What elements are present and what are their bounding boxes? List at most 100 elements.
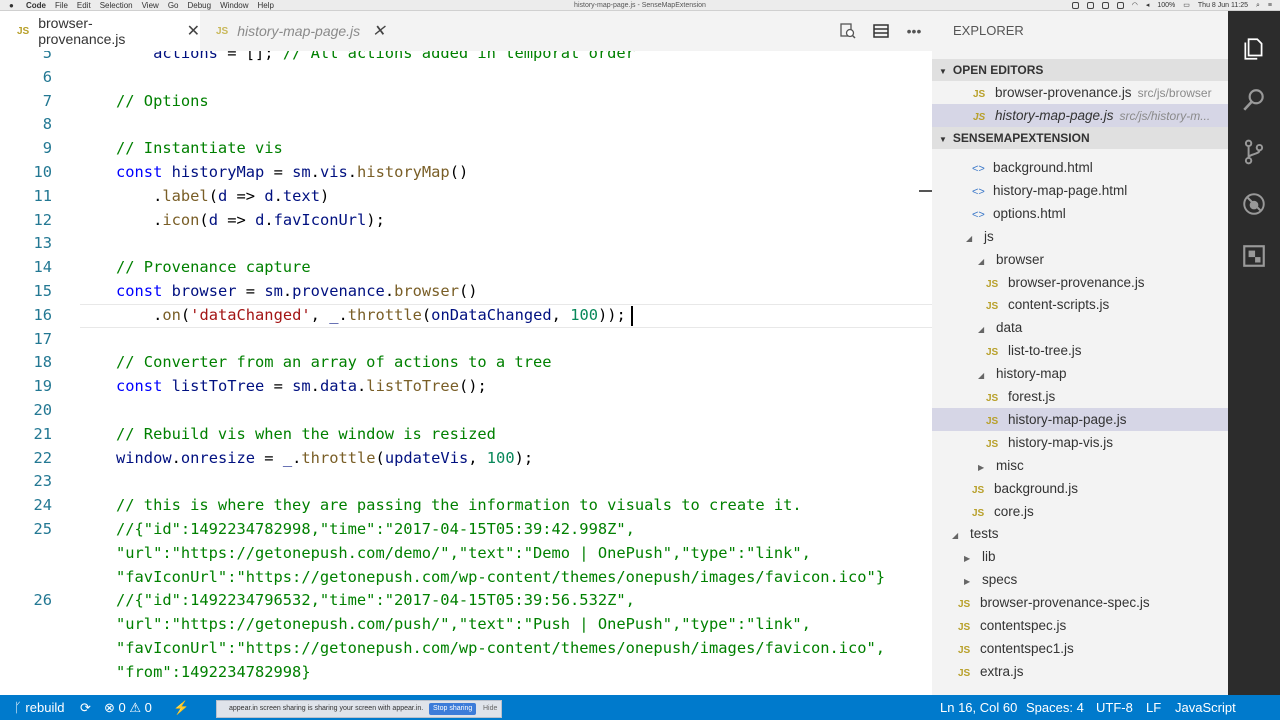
code-line[interactable]: 23 [0,470,932,494]
menu-file[interactable]: File [55,0,68,11]
menu-icon[interactable]: ≡ [1268,0,1272,11]
menu-view[interactable]: View [142,0,159,11]
tree-file[interactable]: JS list-to-tree.js [932,339,1228,362]
code-line[interactable]: 5 actions = []; // All actions added in … [0,51,932,66]
problems-indicator[interactable]: ⊗ 0 ⚠ 0 [104,695,152,720]
code-line[interactable]: 18 // Converter from an array of actions … [0,351,932,375]
search-icon[interactable]: ⌕ [1256,0,1260,11]
open-editor-item[interactable]: JS browser-provenance.js src/js/browser [932,81,1228,104]
code-editor[interactable]: 5 actions = []; // All actions added in … [0,51,932,695]
tree-folder[interactable]: ◢ browser [932,248,1228,271]
explorer-icon[interactable] [1228,29,1280,69]
language-mode[interactable]: JavaScript [1175,695,1236,720]
menu-selection[interactable]: Selection [100,0,133,11]
hide-button[interactable]: Hide [483,701,497,717]
menu-window[interactable]: Window [220,0,248,11]
lightning-icon[interactable]: ⚡ [173,695,189,720]
tree-file[interactable]: JS extra.js [932,660,1228,683]
open-editors-header[interactable]: ▼ OPEN EDITORS [932,59,1228,81]
branch-indicator[interactable]: ᚴ rebuild [14,695,64,720]
volume-icon[interactable]: ◂ [1146,0,1150,11]
code-line[interactable]: 22 window.onresize = _.throttle(updateVis… [0,447,932,471]
code-line[interactable]: "url":"https://getonepush.com/push/","te… [0,613,932,637]
line-endings[interactable]: LF [1146,695,1161,720]
code-line[interactable]: "favIconUrl":"https://getonepush.com/wp-… [0,566,932,590]
tab-browser-provenance[interactable]: JS browser-provenance.js ✕ [0,11,200,51]
menu-go[interactable]: Go [168,0,179,11]
apple-icon[interactable]: ● [9,0,14,11]
code-line[interactable]: 12 .icon(d => d.favIconUrl); [0,209,932,233]
code-line[interactable]: "from":1492234782998} [0,661,932,685]
tree-file[interactable]: JS browser-provenance-spec.js [932,591,1228,614]
indentation[interactable]: Spaces: 4 [1026,695,1084,720]
tree-folder[interactable]: ▶ specs [932,568,1228,591]
tree-file[interactable]: JS browser-provenance.js [932,271,1228,294]
code-line[interactable]: 19 const listToTree = sm.data.listToTree(… [0,375,932,399]
tree-folder[interactable]: ◢ history-map [932,362,1228,385]
code-line[interactable]: 6 [0,66,932,90]
menu-edit[interactable]: Edit [77,0,91,11]
code-token: d [208,210,218,229]
tree-file[interactable]: JS history-map-page.js [932,407,1228,431]
status-icon[interactable] [1101,2,1109,9]
menu-code[interactable]: Code [26,0,46,11]
status-icon[interactable] [1116,2,1124,9]
tree-folder[interactable]: ◢ data [932,316,1228,339]
code-line[interactable]: "favIconUrl":"https://getonepush.com/wp-… [0,637,932,661]
tab-history-map-page[interactable]: JS history-map-page.js ✕ [200,11,400,51]
source-control-icon[interactable] [1228,132,1280,172]
tree-file[interactable]: <> options.html [932,202,1228,225]
debug-icon[interactable] [1228,184,1280,224]
tree-file[interactable]: JS forest.js [932,385,1228,408]
search-icon[interactable] [1228,80,1280,120]
tree-file[interactable]: JS contentspec1.js [932,637,1228,660]
close-icon[interactable]: ✕ [372,21,385,41]
clock[interactable]: Thu 8 Jun 11:25 [1198,0,1248,11]
code-line[interactable]: 8 [0,113,932,137]
open-editor-item[interactable]: JS history-map-page.js src/js/history-m... [932,104,1228,127]
menu-help[interactable]: Help [258,0,274,11]
menu-debug[interactable]: Debug [187,0,211,11]
code-line[interactable]: 26 //{"id":1492234796532,"time":"2017-04-… [0,589,932,613]
code-line[interactable]: 21 // Rebuild vis when the window is resi… [0,423,932,447]
stop-sharing-button[interactable]: Stop sharing [429,703,477,715]
code-line[interactable]: 16 .on('dataChanged', _.throttle(onDataC… [0,304,932,328]
code-line[interactable]: 24 // this is where they are passing the … [0,494,932,518]
code-line[interactable]: 10 const historyMap = sm.vis.historyMap() [0,161,932,185]
sync-icon[interactable]: ⟳ [80,695,91,720]
encoding[interactable]: UTF-8 [1096,695,1133,720]
tree-file[interactable]: JS history-map-vis.js [932,431,1228,454]
split-editor-icon[interactable] [871,21,891,41]
battery-icon[interactable]: ▭ [1183,0,1190,11]
wifi-icon[interactable]: ◠ [1132,0,1138,11]
cursor-position[interactable]: Ln 16, Col 60 [940,695,1017,720]
status-icon[interactable] [1071,2,1079,9]
open-changes-icon[interactable] [838,21,858,41]
tree-folder[interactable]: ◢ js [932,225,1228,248]
extensions-icon[interactable] [1228,236,1280,276]
more-actions-icon[interactable]: ••• [904,21,924,41]
close-icon[interactable]: ✕ [187,21,200,41]
code-line[interactable]: 15 const browser = sm.provenance.browser(… [0,280,932,304]
status-icon[interactable] [1086,2,1094,9]
code-line[interactable]: 9 // Instantiate vis [0,137,932,161]
tree-file[interactable]: JS core.js [932,500,1228,523]
code-line[interactable]: "url":"https://getonepush.com/demo/","te… [0,542,932,566]
code-line[interactable]: 13 [0,232,932,256]
tree-file[interactable]: JS content-scripts.js [932,293,1228,316]
tree-file[interactable]: <> history-map-page.html [932,179,1228,202]
code-token: . [264,210,274,229]
tree-file[interactable]: JS contentspec.js [932,614,1228,637]
tree-folder[interactable]: ▶ misc [932,454,1228,477]
tree-folder[interactable]: ◢ tests [932,522,1228,545]
tree-file[interactable]: JS background.js [932,477,1228,500]
code-line[interactable]: 14 // Provenance capture [0,256,932,280]
code-line[interactable]: 7 // Options [0,90,932,114]
code-line[interactable]: 17 [0,328,932,352]
tree-file[interactable]: <> background.html [932,156,1228,179]
tree-folder[interactable]: ▶ lib [932,545,1228,568]
code-line[interactable]: 20 [0,399,932,423]
code-line[interactable]: 25 //{"id":1492234782998,"time":"2017-04-… [0,518,932,542]
project-header[interactable]: ▼ SENSEMAPEXTENSION [932,127,1228,149]
code-line[interactable]: 11 .label(d => d.text) [0,185,932,209]
